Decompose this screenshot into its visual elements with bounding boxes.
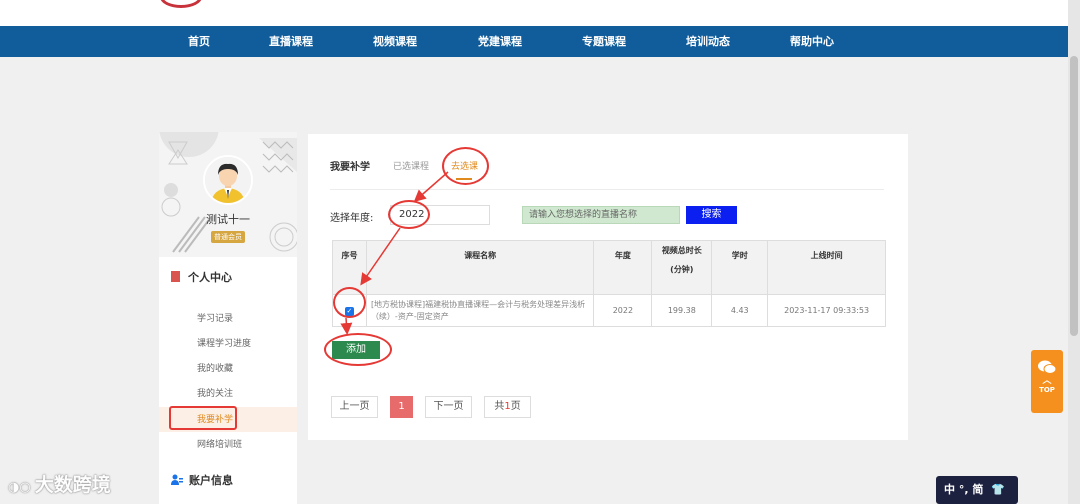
col-duration-unit: (分钟)	[670, 265, 694, 274]
col-course-name: 课程名称	[365, 240, 595, 295]
main-nav: 首页 直播课程 视频课程 党建课程 专题课程 培训动态 帮助中心	[0, 26, 1080, 57]
sidebar-item-study-record[interactable]: 学习记录	[197, 311, 233, 324]
total-pages: 共1页	[484, 396, 531, 418]
avatar[interactable]	[203, 155, 253, 205]
total-suffix: 页	[510, 401, 521, 412]
course-table: 序号 课程名称 年度 视频总时长 (分钟) 学时 上线时间 ✓ [地方税协课程]福…	[332, 240, 886, 327]
highlight-ring-add	[324, 333, 392, 366]
next-page-button[interactable]: 下一页	[425, 396, 472, 418]
back-to-top-widget[interactable]: ︿ TOP	[1031, 350, 1063, 413]
nav-party-courses[interactable]: 党建课程	[478, 26, 522, 57]
sidebar-item-online-class[interactable]: 网络培训班	[197, 437, 242, 450]
table-header-row: 序号 课程名称 年度 视频总时长 (分钟) 学时 上线时间	[332, 240, 886, 295]
nav-training-news[interactable]: 培训动态	[686, 26, 730, 57]
search-button[interactable]: 搜索	[686, 206, 737, 224]
nav-topic-courses[interactable]: 专题课程	[582, 26, 626, 57]
col-duration: 视频总时长 (分钟)	[651, 240, 713, 295]
watermark: ◑○ 大数跨境	[8, 470, 111, 497]
prev-page-button[interactable]: 上一页	[331, 396, 378, 418]
page-1-button[interactable]: 1	[390, 396, 413, 418]
nav-live-courses[interactable]: 直播课程	[269, 26, 313, 57]
course-duration: 199.38	[651, 294, 713, 327]
account-info-label: 账户信息	[189, 474, 233, 487]
ime-toolbar[interactable]: 中 °, 简 👕	[936, 476, 1018, 504]
chevron-up-icon: ︿	[1042, 376, 1052, 386]
scrollbar-thumb[interactable]	[1070, 56, 1078, 336]
table-row: ✓ [地方税协课程]福建税协直播课程—会计与税务处理差异浅析 （续）-资产-固定资…	[332, 294, 886, 327]
sidebar-item-following[interactable]: 我的关注	[197, 386, 233, 399]
course-online-time: 2023-11-17 09:33:53	[767, 294, 886, 327]
col-duration-label: 视频总时长	[661, 246, 702, 255]
wechat-icon	[1038, 360, 1057, 374]
nav-video-courses[interactable]: 视频课程	[373, 26, 417, 57]
account-info-heading[interactable]: 账户信息	[171, 472, 233, 490]
profile-card: 测试十一 普通会员	[159, 132, 297, 257]
highlight-ring-year	[388, 200, 430, 229]
course-name-cell: [地方税协课程]福建税协直播课程—会计与税务处理差异浅析 （续）-资产-固定资产	[365, 294, 595, 327]
watermark-text: 大数跨境	[34, 474, 111, 496]
search-input[interactable]: 请输入您想选择的直播名称	[522, 206, 680, 224]
main-panel: 我要补学 已选课程 去选课 选择年度: 2022 请输入您想选择的直播名称 搜索…	[308, 134, 908, 440]
course-year: 2022	[593, 294, 653, 327]
total-prefix: 共	[494, 401, 505, 412]
watermark-logo-icon: ◑○	[8, 480, 31, 495]
course-hours: 4.43	[711, 294, 769, 327]
user-avatar-icon	[205, 157, 251, 203]
user-sidebar: 测试十一 普通会员 个人中心 学习记录 课程学习进度 我的收藏 我的关注 我要补…	[159, 132, 297, 504]
personal-center-heading: 个人中心	[171, 269, 232, 287]
year-label: 选择年度:	[330, 213, 374, 224]
bookmark-icon	[171, 271, 180, 282]
sidebar-item-course-progress[interactable]: 课程学习进度	[197, 336, 251, 349]
site-logo[interactable]	[160, 0, 202, 8]
highlight-ring-checkbox	[333, 287, 366, 318]
username: 测试十一	[206, 213, 250, 226]
users-icon	[171, 474, 183, 485]
member-badge: 普通会员	[211, 231, 245, 243]
sidebar-item-favorites[interactable]: 我的收藏	[197, 361, 233, 374]
highlight-ring-tab	[442, 147, 489, 185]
top-header	[0, 0, 1080, 26]
tab-divider	[330, 189, 884, 190]
personal-center-label: 个人中心	[188, 271, 232, 284]
nav-home[interactable]: 首页	[188, 26, 210, 57]
shirt-icon: 👕	[991, 483, 1005, 496]
course-name-line2: （续）-资产-固定资产	[370, 311, 449, 321]
col-year: 年度	[593, 240, 653, 295]
top-label: TOP	[1039, 386, 1055, 394]
ime-text: 中 °, 简	[944, 483, 984, 496]
tab-make-up-study[interactable]: 我要补学	[330, 158, 370, 173]
course-name-line1: [地方税协课程]福建税协直播课程—会计与税务处理差异浅析	[370, 299, 586, 309]
col-online-time: 上线时间	[767, 240, 886, 295]
page-scrollbar[interactable]	[1068, 0, 1080, 504]
col-hours: 学时	[711, 240, 769, 295]
tab-selected-courses[interactable]: 已选课程	[393, 159, 429, 172]
highlight-ring-sidebar	[169, 406, 237, 430]
nav-help-center[interactable]: 帮助中心	[790, 26, 834, 57]
